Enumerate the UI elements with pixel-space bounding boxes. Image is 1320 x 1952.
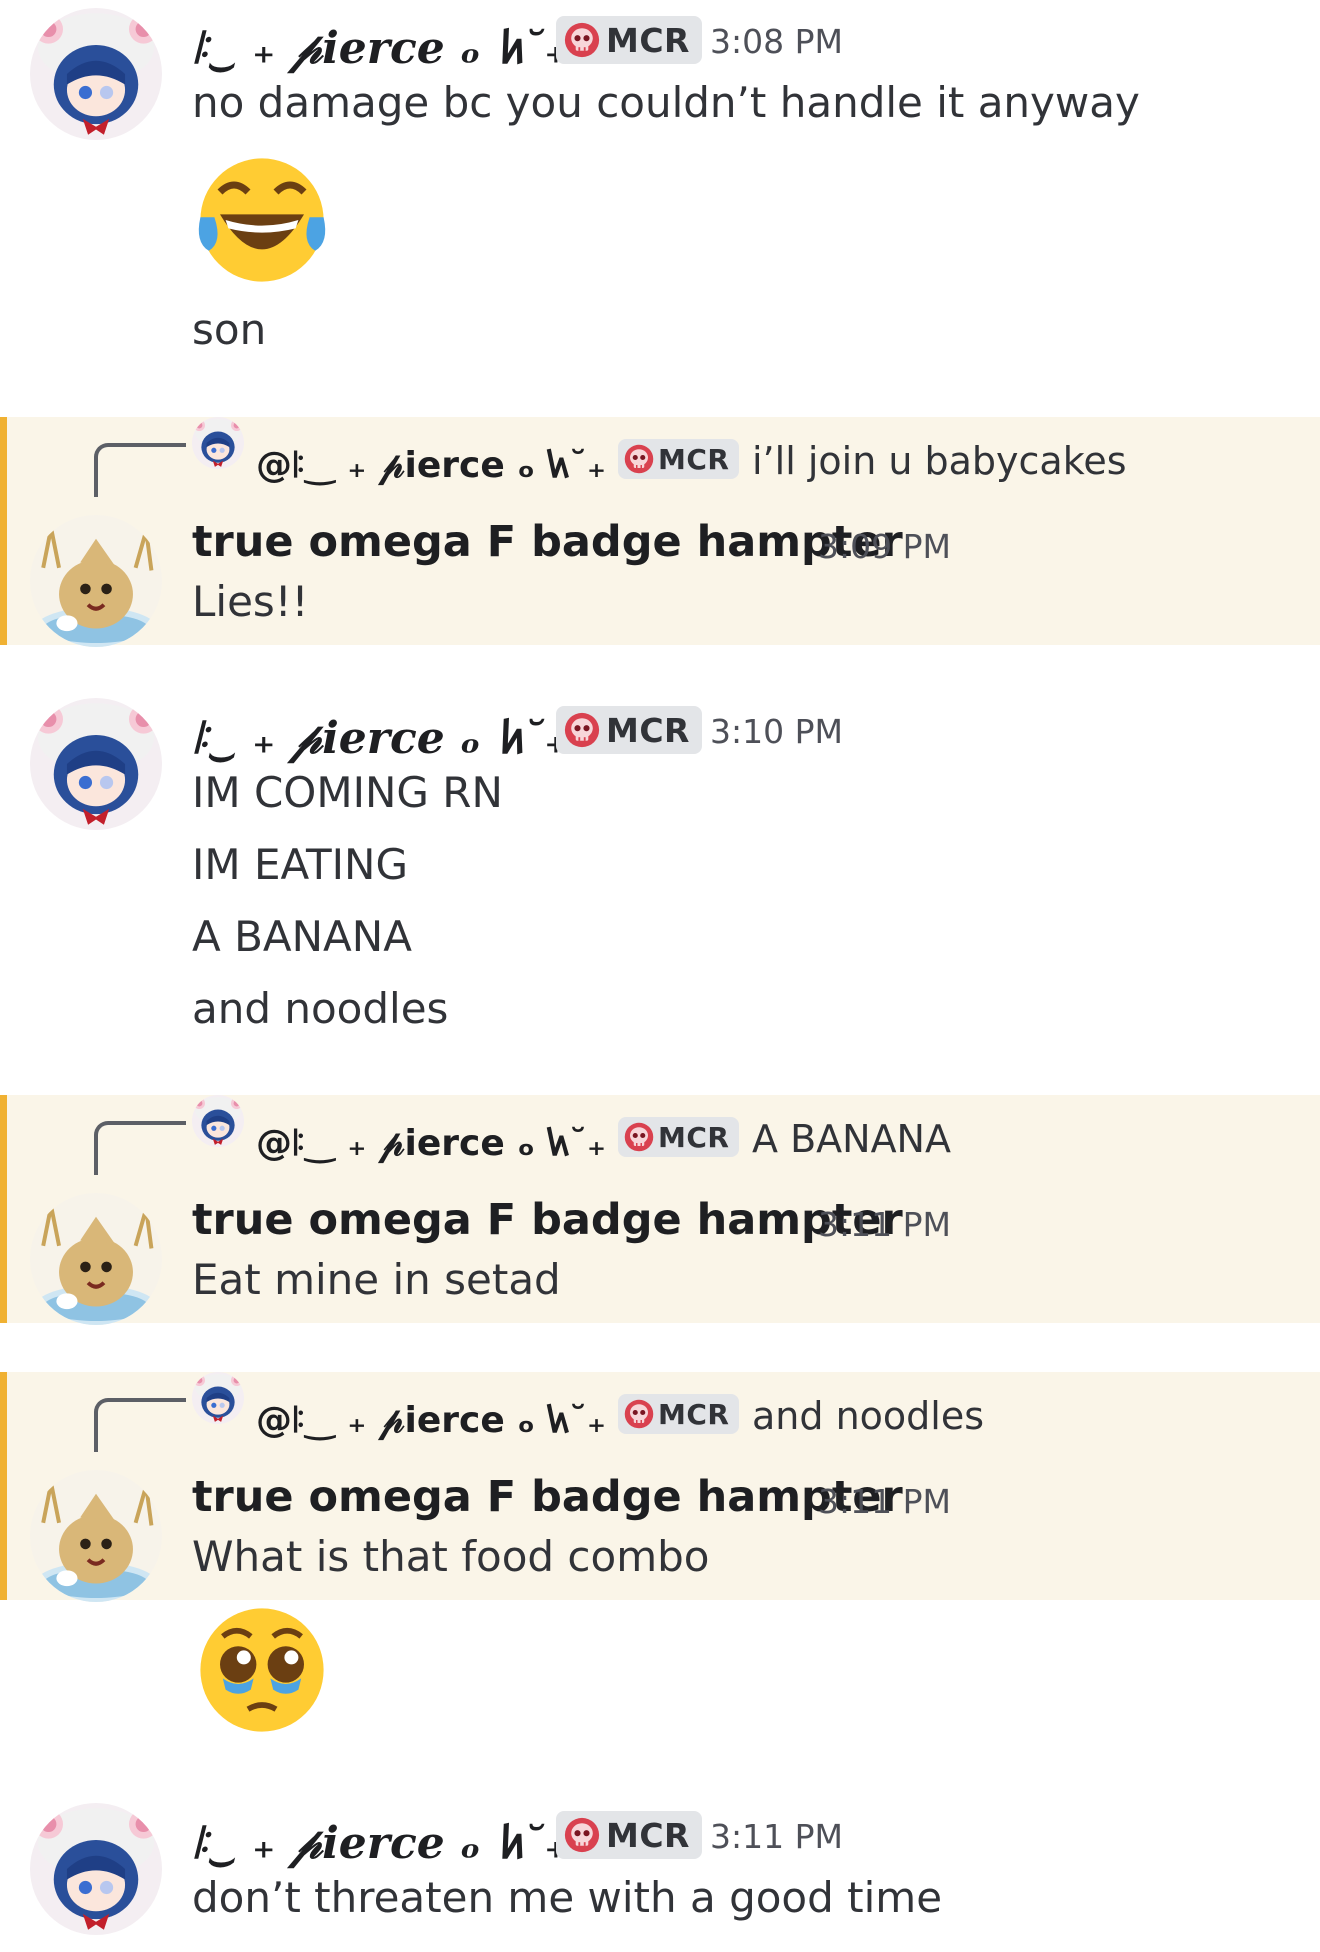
timestamp: 3:11 PM	[818, 1205, 951, 1244]
author-name[interactable]: ꖎ‿ ₊ 𝓅ierce ₒ 𐑿˘₊	[192, 16, 568, 76]
author-name[interactable]: true omega F badge hampter	[192, 517, 903, 567]
mcr-tag-badge[interactable]: MCR	[618, 1117, 740, 1157]
skull-icon	[624, 1122, 654, 1152]
message-item[interactable]: ꖎ‿ ₊ 𝓅ierce ₒ 𐑿˘₊ MCR 3:08 PM no damage …	[0, 0, 1320, 410]
reply-author-name[interactable]: @ꖎ‿ ₊ 𝓅ierce ₒ 𐑿˘₊	[256, 1394, 606, 1443]
author-name[interactable]: ꖎ‿ ₊ 𝓅ierce ₒ 𐑿˘₊	[192, 1811, 568, 1871]
avatar[interactable]	[30, 1803, 162, 1935]
pleading-face-icon	[200, 1608, 324, 1732]
message-text: Lies!!	[192, 577, 309, 626]
reply-preview-text[interactable]: i’ll join u babycakes	[752, 439, 1127, 483]
skull-icon	[564, 22, 600, 58]
reply-preview-text[interactable]: and noodles	[752, 1394, 984, 1438]
skull-icon	[564, 712, 600, 748]
reply-connector	[94, 443, 186, 497]
message-item[interactable]: @ꖎ‿ ₊ 𝓅ierce ₒ 𐑿˘₊ MCR A BANANA true ome…	[0, 1095, 1320, 1323]
message-item[interactable]: @ꖎ‿ ₊ 𝓅ierce ₒ 𐑿˘₊ MCR i’ll join u babyc…	[0, 417, 1320, 645]
message-text: IM COMING RN	[192, 768, 503, 817]
timestamp: 3:10 PM	[710, 712, 843, 751]
message-text: What is that food combo	[192, 1532, 710, 1581]
skull-icon	[624, 444, 654, 474]
author-name[interactable]: true omega F badge hampter	[192, 1195, 903, 1245]
avatar[interactable]	[30, 1470, 162, 1602]
reply-author-name[interactable]: @ꖎ‿ ₊ 𝓅ierce ₒ 𐑿˘₊	[256, 439, 606, 488]
message-item[interactable]: ꖎ‿ ₊ 𝓅ierce ₒ 𐑿˘₊ MCR 3:11 PM don’t thre…	[0, 1795, 1320, 1952]
avatar[interactable]	[30, 1193, 162, 1325]
timestamp: 3:11 PM	[818, 1482, 951, 1521]
reply-avatar[interactable]	[192, 1372, 244, 1424]
skull-icon	[624, 1399, 654, 1429]
timestamp: 3:11 PM	[710, 1817, 843, 1856]
message-item[interactable]: @ꖎ‿ ₊ 𝓅ierce ₒ 𐑿˘₊ MCR and noodles true …	[0, 1372, 1320, 1600]
author-name[interactable]: ꖎ‿ ₊ 𝓅ierce ₒ 𐑿˘₊	[192, 706, 568, 766]
timestamp: 3:09 PM	[818, 527, 951, 566]
reply-preview-text[interactable]: A BANANA	[752, 1117, 951, 1161]
mcr-tag-badge[interactable]: MCR	[556, 706, 702, 754]
message-text: IM EATING	[192, 840, 408, 889]
skull-icon	[564, 1817, 600, 1853]
timestamp: 3:08 PM	[710, 22, 843, 61]
reply-connector	[94, 1121, 186, 1175]
reply-avatar[interactable]	[192, 417, 244, 469]
face-with-tears-of-joy-icon	[198, 158, 326, 282]
mcr-tag-badge[interactable]: MCR	[556, 1811, 702, 1859]
message-text: don’t threaten me with a good time	[192, 1873, 943, 1922]
reply-author-name[interactable]: @ꖎ‿ ₊ 𝓅ierce ₒ 𐑿˘₊	[256, 1117, 606, 1166]
message-text: no damage bc you couldn’t handle it anyw…	[192, 78, 1140, 127]
message-item[interactable]: ꖎ‿ ₊ 𝓅ierce ₒ 𐑿˘₊ MCR 3:10 PM IM COMING …	[0, 690, 1320, 1070]
author-name[interactable]: true omega F badge hampter	[192, 1472, 903, 1522]
reply-connector	[94, 1398, 186, 1452]
message-text: Eat mine in setad	[192, 1255, 561, 1304]
mcr-tag-badge[interactable]: MCR	[556, 16, 702, 64]
avatar[interactable]	[30, 515, 162, 647]
message-text: A BANANA	[192, 912, 412, 961]
avatar[interactable]	[30, 8, 162, 140]
message-text: and noodles	[192, 984, 449, 1033]
message-text: son	[192, 305, 267, 354]
mcr-tag-badge[interactable]: MCR	[618, 1394, 740, 1434]
avatar[interactable]	[30, 698, 162, 830]
reply-avatar[interactable]	[192, 1095, 244, 1147]
mcr-tag-badge[interactable]: MCR	[618, 439, 740, 479]
